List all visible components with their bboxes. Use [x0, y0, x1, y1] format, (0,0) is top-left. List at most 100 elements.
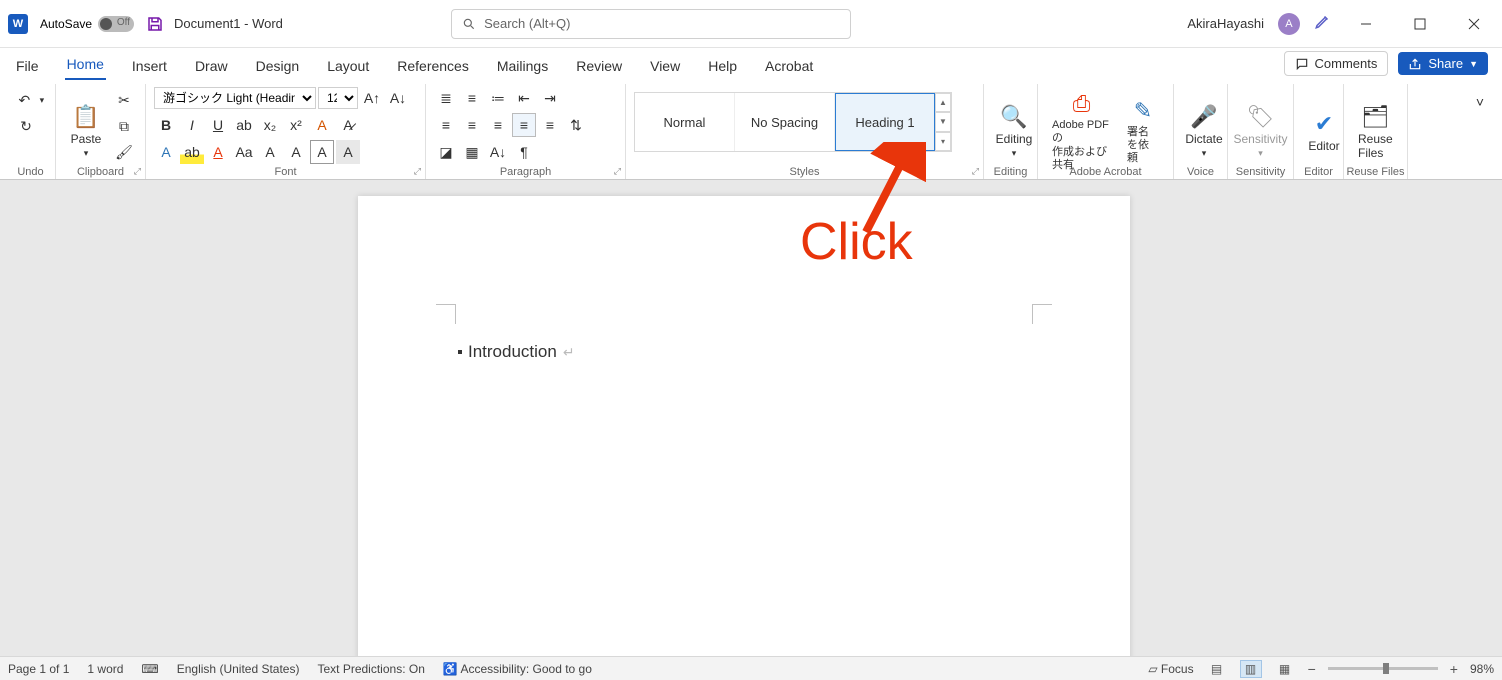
- tab-references[interactable]: References: [395, 58, 471, 80]
- undo-button[interactable]: ↶: [14, 88, 35, 112]
- gallery-more-button[interactable]: ▾: [935, 132, 951, 151]
- tab-view[interactable]: View: [648, 58, 682, 80]
- tab-file[interactable]: File: [14, 58, 41, 80]
- distribute-button[interactable]: ≡: [538, 113, 562, 137]
- search-input[interactable]: Search (Alt+Q): [451, 9, 851, 39]
- font-color-button[interactable]: A: [206, 140, 230, 164]
- paste-button[interactable]: 📋 Paste ▾: [64, 84, 108, 179]
- chevron-down-icon[interactable]: ▾: [84, 148, 89, 159]
- borders-button[interactable]: ▦: [460, 140, 484, 164]
- zoom-out-button[interactable]: −: [1308, 661, 1316, 677]
- request-sign-button[interactable]: ✎署名 を依頼: [1121, 84, 1165, 179]
- web-layout-button[interactable]: ▦: [1274, 660, 1296, 678]
- create-pdf-button[interactable]: ⎙Adobe PDF の 作成および共有: [1046, 84, 1117, 179]
- redo-button[interactable]: ↻: [14, 114, 38, 138]
- zoom-in-button[interactable]: +: [1450, 661, 1458, 677]
- shrink-font-button[interactable]: A↓: [386, 86, 410, 110]
- superscript-button[interactable]: x²: [284, 113, 308, 137]
- tab-help[interactable]: Help: [706, 58, 739, 80]
- tab-insert[interactable]: Insert: [130, 58, 169, 80]
- page[interactable]: Introduction↵: [358, 196, 1130, 656]
- sort-button[interactable]: A↓: [486, 140, 510, 164]
- highlight-button[interactable]: ab: [180, 140, 204, 164]
- format-painter-button[interactable]: 🖌: [112, 140, 136, 164]
- status-accessibility[interactable]: ♿ Accessibility: Good to go: [443, 662, 592, 676]
- char-shading-button[interactable]: A: [336, 140, 360, 164]
- tab-design[interactable]: Design: [254, 58, 302, 80]
- print-layout-button[interactable]: ▥: [1240, 660, 1262, 678]
- zoom-level[interactable]: 98%: [1470, 662, 1494, 676]
- show-marks-button[interactable]: ¶: [512, 140, 536, 164]
- autosave-toggle[interactable]: AutoSave Off: [40, 16, 134, 32]
- share-button[interactable]: Share ▼: [1398, 52, 1488, 75]
- copy-button[interactable]: ⧉: [112, 114, 136, 138]
- maximize-button[interactable]: [1400, 9, 1440, 39]
- align-left-button[interactable]: ≡: [434, 113, 458, 137]
- gallery-up-button[interactable]: ▲: [935, 93, 951, 112]
- pen-icon[interactable]: [1314, 12, 1332, 35]
- clear-format-button[interactable]: A̷: [336, 113, 360, 137]
- decrease-indent-button[interactable]: ⇤: [512, 86, 536, 110]
- user-name[interactable]: AkiraHayashi: [1187, 16, 1264, 31]
- font-size-select[interactable]: 12: [318, 87, 358, 109]
- share-icon: [1408, 57, 1422, 71]
- reuse-files-button[interactable]: 🗂Reuse Files: [1352, 84, 1399, 179]
- tab-layout[interactable]: Layout: [325, 58, 371, 80]
- strikethrough-button[interactable]: ab: [232, 113, 256, 137]
- increase-indent-button[interactable]: ⇥: [538, 86, 562, 110]
- char-shading-a2-button[interactable]: A: [284, 140, 308, 164]
- tab-acrobat[interactable]: Acrobat: [763, 58, 815, 80]
- italic-button[interactable]: I: [180, 113, 204, 137]
- editing-button[interactable]: 🔍Editing▾: [992, 84, 1036, 179]
- style-heading-1[interactable]: Heading 1: [835, 93, 935, 151]
- text-effects-button[interactable]: A: [310, 113, 334, 137]
- status-words[interactable]: 1 word: [87, 662, 123, 676]
- tab-home[interactable]: Home: [65, 56, 106, 80]
- undo-dropdown[interactable]: ▾: [37, 88, 47, 112]
- underline-button[interactable]: U: [206, 113, 230, 137]
- subscript-button[interactable]: x₂: [258, 113, 282, 137]
- style-no-spacing[interactable]: No Spacing: [735, 93, 835, 151]
- char-border-button[interactable]: A: [310, 140, 334, 164]
- editor-button[interactable]: ✔Editor: [1302, 84, 1346, 179]
- align-right-button[interactable]: ≡: [486, 113, 510, 137]
- text-outline-button[interactable]: A: [154, 140, 178, 164]
- minimize-button[interactable]: [1346, 9, 1386, 39]
- numbering-button[interactable]: ≡: [460, 86, 484, 110]
- collapse-ribbon-button[interactable]: ˅: [1468, 90, 1492, 114]
- cut-button[interactable]: ✂: [112, 88, 136, 112]
- dictate-button[interactable]: 🎤Dictate▾: [1182, 84, 1226, 179]
- shading-button[interactable]: ◪: [434, 140, 458, 164]
- status-page[interactable]: Page 1 of 1: [8, 662, 69, 676]
- change-case-button[interactable]: Aa: [232, 140, 256, 164]
- chevron-down-icon[interactable]: ▼: [1469, 59, 1478, 69]
- status-spellcheck-icon[interactable]: ⌨: [141, 662, 158, 676]
- tab-mailings[interactable]: Mailings: [495, 58, 550, 80]
- toggle-switch-icon[interactable]: Off: [98, 16, 134, 32]
- save-icon[interactable]: [146, 15, 164, 33]
- zoom-slider[interactable]: [1328, 667, 1438, 670]
- avatar[interactable]: A: [1278, 13, 1300, 35]
- grow-font-button[interactable]: A↑: [360, 86, 384, 110]
- multilevel-button[interactable]: ≔: [486, 86, 510, 110]
- document-area[interactable]: Introduction↵: [0, 180, 1502, 656]
- align-center-button[interactable]: ≡: [460, 113, 484, 137]
- heading-text[interactable]: Introduction: [468, 342, 557, 362]
- font-name-select[interactable]: 游ゴシック Light (Headings): [154, 87, 316, 109]
- document-text[interactable]: Introduction↵: [458, 342, 575, 362]
- status-predictions[interactable]: Text Predictions: On: [317, 662, 424, 676]
- bold-button[interactable]: B: [154, 113, 178, 137]
- tab-review[interactable]: Review: [574, 58, 624, 80]
- close-button[interactable]: [1454, 9, 1494, 39]
- read-mode-button[interactable]: ▤: [1206, 660, 1228, 678]
- char-shading-a1-button[interactable]: A: [258, 140, 282, 164]
- focus-mode-button[interactable]: ▱ Focus: [1148, 662, 1193, 676]
- tab-draw[interactable]: Draw: [193, 58, 230, 80]
- line-spacing-button[interactable]: ⇅: [564, 113, 588, 137]
- style-normal[interactable]: Normal: [635, 93, 735, 151]
- comments-button[interactable]: Comments: [1284, 51, 1389, 76]
- gallery-down-button[interactable]: ▼: [935, 112, 951, 131]
- bullets-button[interactable]: ≣: [434, 86, 458, 110]
- justify-button[interactable]: ≡: [512, 113, 536, 137]
- status-language[interactable]: English (United States): [177, 662, 300, 676]
